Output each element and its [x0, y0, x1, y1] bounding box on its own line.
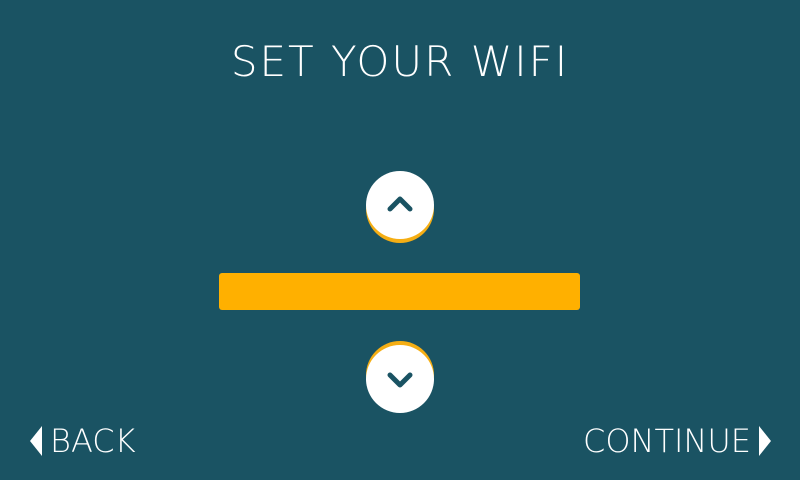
triangle-left-icon [30, 426, 42, 456]
continue-button[interactable]: CONTINUE [583, 421, 771, 461]
back-label: BACK [50, 422, 136, 460]
continue-label: CONTINUE [582, 422, 751, 460]
back-button[interactable]: BACK [30, 421, 136, 461]
page-title: SET YOUR WIFI [230, 37, 570, 86]
wifi-network-field[interactable] [219, 273, 580, 310]
chevron-down-icon [387, 372, 413, 388]
chevron-up-icon [387, 196, 413, 212]
triangle-right-icon [759, 426, 771, 456]
scroll-up-button[interactable] [366, 171, 434, 239]
scroll-down-button[interactable] [366, 345, 434, 413]
